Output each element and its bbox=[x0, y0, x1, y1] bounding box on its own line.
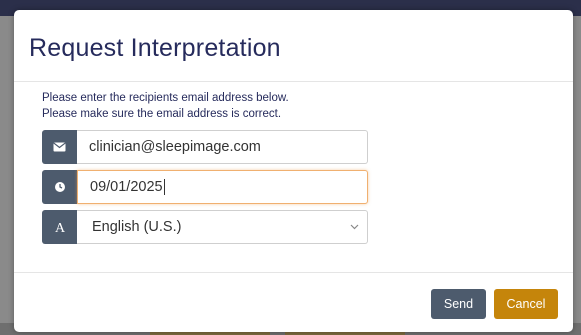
letter-a-icon: A bbox=[42, 210, 77, 244]
language-select[interactable]: English (U.S.) bbox=[77, 210, 368, 244]
cancel-button[interactable]: Cancel bbox=[494, 289, 558, 319]
modal-header: Request Interpretation bbox=[14, 10, 573, 82]
chevron-down-icon bbox=[350, 221, 359, 233]
language-selected-value: English (U.S.) bbox=[92, 219, 182, 235]
text-cursor bbox=[163, 179, 165, 195]
instruction-line: Please enter the recipients email addres… bbox=[42, 92, 289, 104]
instruction-line: Please make sure the email address is co… bbox=[42, 108, 282, 120]
date-value: 09/01/2025 bbox=[90, 179, 163, 195]
modal-title: Request Interpretation bbox=[29, 34, 281, 62]
email-input-group: clinician@sleepimage.com bbox=[42, 130, 368, 164]
date-input-group: 09/01/2025 bbox=[42, 170, 368, 204]
language-input-group: A English (U.S.) bbox=[42, 210, 368, 244]
envelope-icon bbox=[42, 130, 77, 164]
instructions: Please enter the recipients email addres… bbox=[42, 90, 573, 122]
clock-icon bbox=[42, 170, 77, 204]
email-field[interactable]: clinician@sleepimage.com bbox=[77, 130, 368, 164]
svg-text:A: A bbox=[54, 221, 65, 234]
modal-body: Please enter the recipients email addres… bbox=[14, 82, 573, 244]
date-field[interactable]: 09/01/2025 bbox=[77, 170, 368, 204]
request-interpretation-modal: Request Interpretation Please enter the … bbox=[14, 10, 573, 332]
send-button[interactable]: Send bbox=[431, 289, 486, 319]
modal-footer: Send Cancel bbox=[14, 272, 573, 332]
